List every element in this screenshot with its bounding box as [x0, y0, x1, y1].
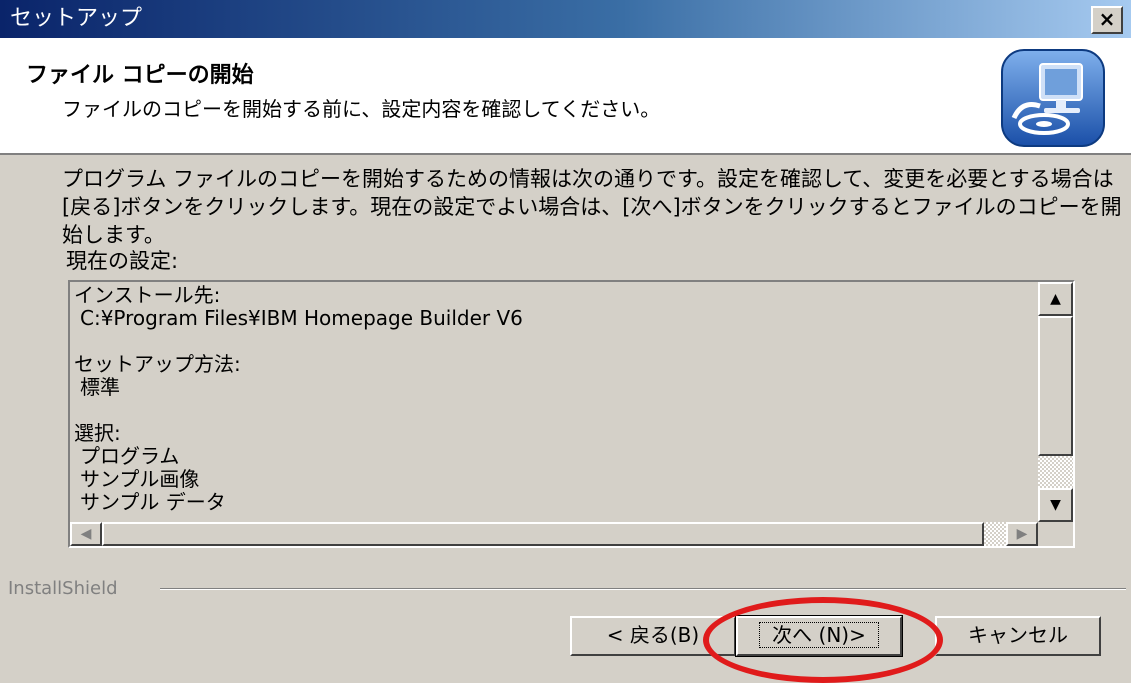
setup-computer-icon	[1001, 49, 1105, 147]
footer-divider	[160, 588, 1126, 590]
setup-type-title: セットアップ方法:	[74, 352, 241, 376]
scrollbar-corner	[1038, 522, 1073, 546]
selection-item: サンプル データ	[80, 490, 226, 514]
settings-label: 現在の設定:	[66, 249, 179, 273]
install-destination-value: C:¥Program Files¥IBM Homepage Builder V6	[80, 306, 523, 330]
vertical-scroll-thumb[interactable]	[1038, 316, 1073, 456]
page-subtitle: ファイルのコピーを開始する前に、設定内容を確認してください。	[62, 97, 661, 121]
setup-type-value: 標準	[80, 375, 120, 399]
highlight-annotation	[703, 597, 943, 683]
installshield-brand: InstallShield	[8, 578, 118, 599]
selection-item: プログラム	[80, 444, 180, 468]
install-destination-title: インストール先:	[74, 283, 221, 307]
horizontal-scroll-thumb[interactable]	[102, 522, 984, 546]
page-title: ファイル コピーの開始	[26, 63, 254, 88]
selection-title: 選択:	[74, 421, 121, 445]
info-text: プログラム ファイルのコピーを開始するための情報は次の通りです。設定を確認して、…	[62, 167, 1122, 247]
scroll-right-icon[interactable]: ▶	[1006, 522, 1038, 546]
scroll-down-icon[interactable]: ▼	[1038, 488, 1073, 522]
selection-item: サンプル画像	[80, 467, 200, 491]
settings-content: インストール先: C:¥Program Files¥IBM Homepage B…	[70, 282, 1038, 522]
cancel-button[interactable]: キャンセル	[935, 616, 1101, 656]
scroll-left-icon[interactable]: ◀	[70, 522, 102, 546]
close-button[interactable]: ×	[1091, 6, 1123, 34]
title-bar	[0, 0, 1131, 38]
window-title: セットアップ	[10, 6, 143, 31]
scroll-up-icon[interactable]: ▲	[1038, 282, 1073, 316]
settings-list-box[interactable]: インストール先: C:¥Program Files¥IBM Homepage B…	[68, 280, 1075, 548]
